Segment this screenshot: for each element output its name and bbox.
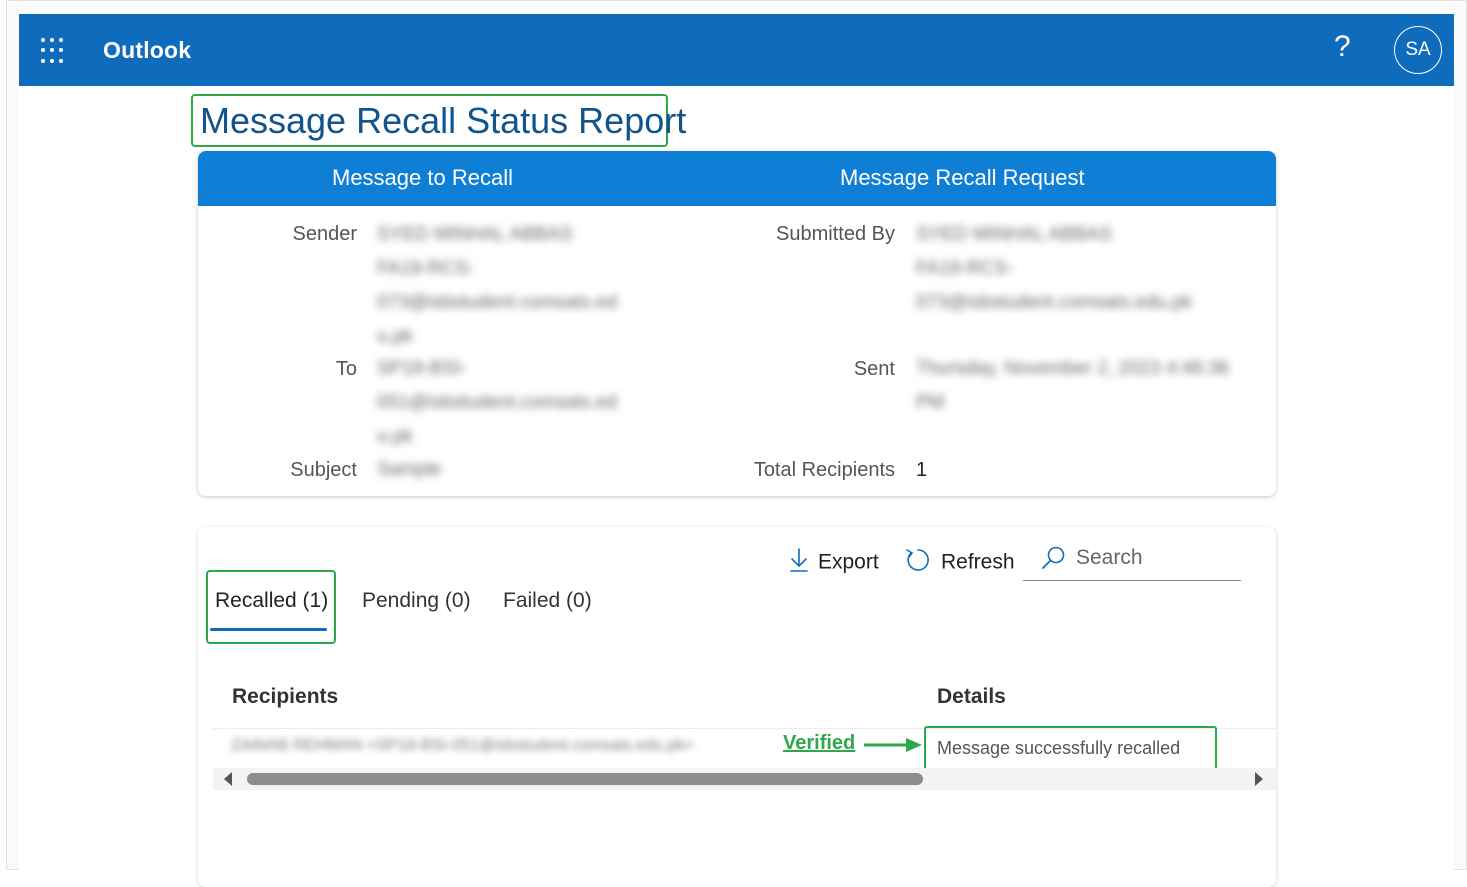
annotation-arrow-icon [864, 738, 922, 752]
to-value: SP18-BSI- 051@isbstudent.comsats.ed u.pk [377, 358, 618, 447]
active-tab-indicator [210, 628, 327, 631]
scroll-right-arrow-icon[interactable] [1255, 772, 1263, 786]
recipient-cell: ZAINAB REHMAN <SP18-BSI-051@isbstudent.c… [231, 737, 694, 754]
export-label: Export [818, 550, 879, 574]
top-bar: Outlook ? SA [19, 14, 1454, 86]
total-recipients-label: Total Recipients [753, 459, 895, 481]
tab-recalled[interactable]: Recalled (1) [215, 589, 328, 613]
sender-label: Sender [292, 223, 358, 245]
app-launcher-icon[interactable] [41, 38, 67, 64]
page-title: Message Recall Status Report [191, 94, 686, 147]
avatar[interactable]: SA [1394, 26, 1442, 74]
refresh-button[interactable]: Refresh [905, 547, 1015, 579]
details-column-header[interactable]: Details [937, 685, 1006, 709]
subject-value: Sample [377, 459, 442, 480]
search-icon [1041, 545, 1067, 576]
total-recipients-value: 1 [916, 459, 928, 481]
submitted-by-label: Submitted By [776, 223, 895, 245]
export-button[interactable]: Export [790, 547, 879, 579]
refresh-label: Refresh [941, 550, 1015, 574]
recipients-column-header[interactable]: Recipients [232, 685, 338, 709]
refresh-icon [905, 547, 931, 579]
tab-pending[interactable]: Pending (0) [362, 589, 471, 613]
help-icon[interactable]: ? [1334, 30, 1351, 64]
to-label: To [335, 358, 357, 380]
summary-header: Message to Recall Message Recall Request [198, 151, 1276, 206]
sender-value: SYED MINHAL ABBAS FA19-RCS- 073@isbstude… [377, 224, 618, 347]
app-title[interactable]: Outlook [103, 37, 191, 64]
scrollbar-thumb[interactable] [247, 773, 923, 785]
subject-label: Subject [290, 459, 357, 481]
message-to-recall-heading: Message to Recall [332, 165, 513, 190]
scroll-left-arrow-icon[interactable] [224, 772, 232, 786]
search-input[interactable]: Search [1023, 541, 1241, 581]
download-icon [790, 547, 808, 579]
submitted-by-value: SYED MINHAL ABBAS FA19-RCS- 073@isbstude… [916, 224, 1192, 313]
recall-request-heading: Message Recall Request [840, 165, 1085, 190]
sent-label: Sent [853, 358, 895, 380]
details-cell: Message successfully recalled [937, 738, 1181, 758]
sent-value: Thursday, November 2, 2023 4:46:36 PM [916, 358, 1230, 413]
app-window: Outlook ? SA Message Recall Status Repor… [6, 0, 1467, 887]
tab-failed[interactable]: Failed (0) [503, 589, 592, 613]
search-placeholder: Search [1076, 546, 1143, 569]
app-content: Outlook ? SA Message Recall Status Repor… [19, 14, 1454, 887]
recall-summary-card: Message to Recall Message Recall Request… [198, 151, 1276, 496]
verified-annotation: Verified [783, 732, 856, 754]
recipients-card: Export Refresh Search Recalled (1) Pendi… [198, 527, 1276, 887]
